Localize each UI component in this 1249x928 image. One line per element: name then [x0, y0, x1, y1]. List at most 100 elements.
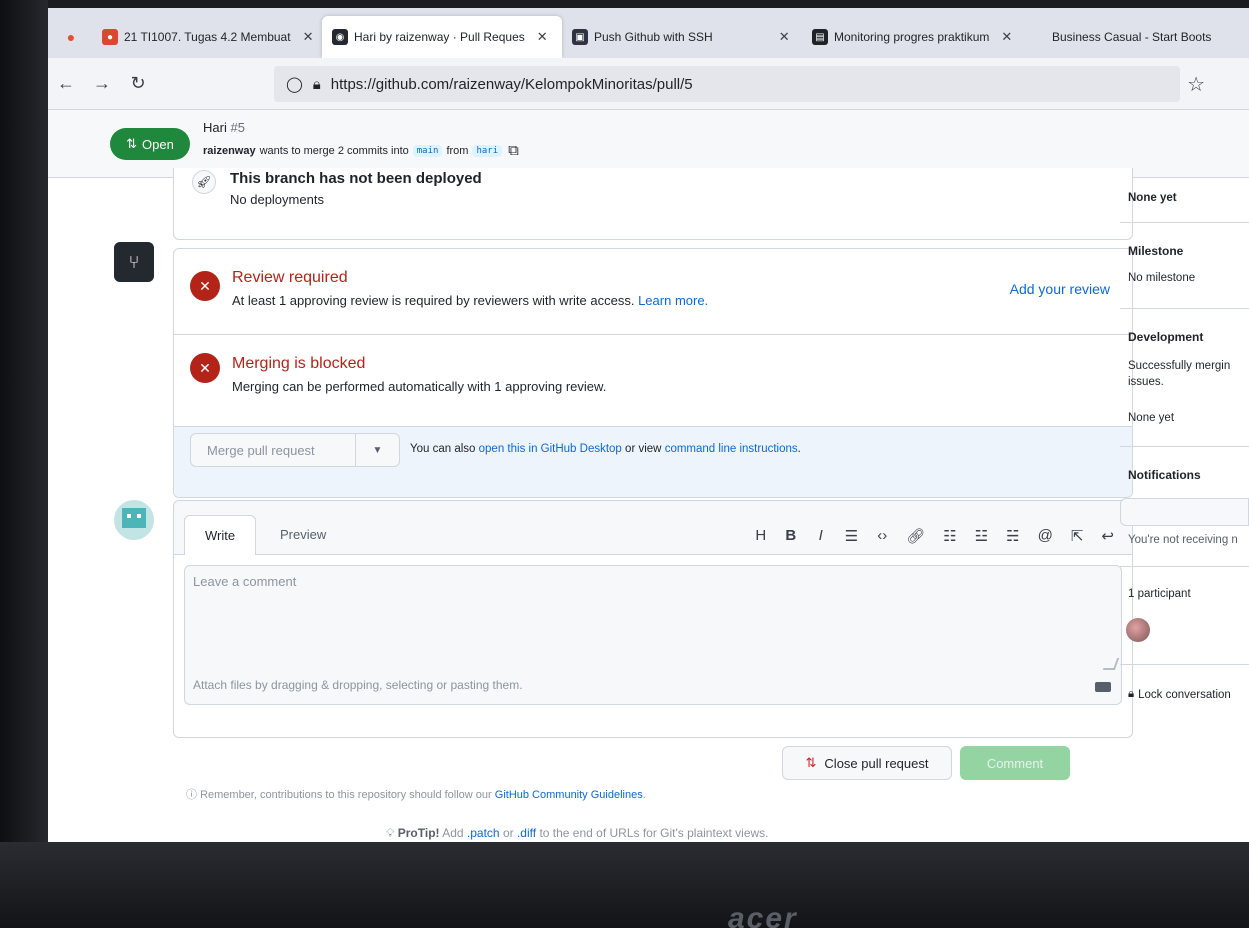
patch-link[interactable]: .patch: [467, 826, 500, 840]
pull-request-icon: ⇅: [126, 136, 138, 151]
deployment-title: This branch has not been deployed: [230, 170, 482, 187]
pr-title-text: Hari: [203, 120, 227, 135]
sidebar-divider: [1120, 446, 1249, 447]
reload-icon[interactable]: ↻: [120, 73, 156, 94]
comment-composer: Write Preview H B I ☰ ‹› 🔗︎ ☷ ☳ ☵ @ ⇱ ↩ …: [173, 500, 1133, 738]
protip: 💡︎ ProTip! Add .patch or .diff to the en…: [386, 826, 769, 841]
merge-button-label: Merge pull request: [207, 442, 315, 458]
close-pull-request-button[interactable]: ⇅ Close pull request: [782, 746, 952, 780]
markdown-toolbar: H B I ☰ ‹› 🔗︎ ☷ ☳ ☵ @ ⇱ ↩: [755, 527, 1114, 545]
tab-preview[interactable]: Preview: [260, 515, 346, 555]
lock-conversation-label: Lock conversation: [1138, 688, 1231, 701]
sidebar-divider: [1120, 308, 1249, 309]
pr-number: #5: [230, 120, 245, 135]
unordered-list-icon[interactable]: ☷: [943, 527, 956, 545]
merge-alt-suffix: .: [797, 443, 801, 455]
merge-alt-mid: or view: [625, 443, 662, 455]
info-icon: ⓘ: [186, 789, 197, 801]
brand-logo: acer: [728, 902, 798, 928]
github-icon: ◉: [332, 29, 348, 45]
link-icon[interactable]: 🔗︎: [906, 527, 925, 545]
pr-title: Hari #5: [203, 120, 245, 135]
tab-label: Hari by raizenway · Pull Reques: [354, 30, 525, 44]
url-bar[interactable]: ◯ 🔒︎ https://github.com/raizenway/Kelomp…: [274, 66, 1180, 102]
tab-push-github[interactable]: ▣ Push Github with SSH ✕: [562, 16, 802, 58]
github-desktop-link[interactable]: open this in GitHub Desktop: [479, 443, 622, 455]
deployment-box: 🚀︎ This branch has not been deployed No …: [173, 168, 1133, 240]
notifications-heading: Notifications: [1128, 468, 1201, 482]
merge-box: ✕ Review required At least 1 approving r…: [173, 248, 1133, 498]
navigation-bar: ← → ↻ ◯ 🔒︎ https://github.com/raizenway/…: [48, 58, 1249, 110]
lock-conversation-button[interactable]: 🔒︎ Lock conversation: [1128, 688, 1231, 701]
review-required-title: Review required: [232, 269, 348, 286]
avatar[interactable]: [114, 500, 154, 540]
participants-heading: 1 participant: [1128, 588, 1191, 600]
resize-handle-icon[interactable]: [1102, 658, 1120, 670]
attach-files-hint[interactable]: Attach files by dragging & dropping, sel…: [193, 678, 523, 692]
milestone-heading[interactable]: Milestone: [1128, 244, 1183, 258]
subscribe-button[interactable]: [1120, 498, 1249, 526]
close-icon[interactable]: ✕: [303, 29, 314, 45]
copy-icon[interactable]: ⧉: [508, 142, 519, 159]
pr-author-link[interactable]: raizenway: [203, 145, 256, 157]
forward-arrow-icon[interactable]: →: [84, 73, 120, 94]
close-icon[interactable]: ✕: [537, 29, 548, 45]
lock-icon[interactable]: 🔒︎: [313, 76, 321, 93]
comment-button[interactable]: Comment: [960, 746, 1070, 780]
italic-icon[interactable]: I: [815, 527, 827, 545]
from-text: from: [446, 144, 469, 157]
base-branch-label[interactable]: main: [412, 144, 443, 157]
tab-monitoring[interactable]: ▤ Monitoring progres praktikum ✕: [802, 16, 1042, 58]
cross-reference-icon[interactable]: ⇱: [1071, 527, 1084, 545]
development-heading[interactable]: Development: [1128, 330, 1203, 344]
lightbulb-icon: 💡︎: [386, 826, 395, 840]
tab-pull-request[interactable]: ◉ Hari by raizenway · Pull Reques ✕: [322, 16, 562, 58]
add-review-link[interactable]: Add your review: [1010, 281, 1110, 297]
sidebar-divider: [1120, 664, 1249, 665]
tab-business-casual[interactable]: Business Casual - Start Boots: [1042, 16, 1222, 58]
sidebar-none-yet: None yet: [1128, 192, 1177, 204]
dropdown-caret-icon[interactable]: ▼: [355, 434, 399, 466]
heading-icon[interactable]: H: [755, 527, 767, 545]
head-branch-label[interactable]: hari: [472, 144, 503, 157]
back-arrow-icon[interactable]: ←: [48, 73, 84, 94]
tab-tugas[interactable]: ● 21 TI1007. Tugas 4.2 Membuat ✕: [92, 16, 322, 58]
shield-icon[interactable]: ◯: [286, 75, 303, 93]
diff-link[interactable]: .diff: [517, 826, 536, 840]
participant-avatar[interactable]: [1126, 618, 1150, 642]
pr-merge-summary: raizenway wants to merge 2 commits into …: [203, 142, 519, 159]
comment-button-label: Comment: [986, 755, 1044, 771]
merging-blocked-desc: Merging can be performed automatically w…: [232, 379, 607, 394]
bold-icon[interactable]: B: [785, 527, 797, 545]
lock-icon: 🔒︎: [1128, 688, 1135, 700]
quote-icon[interactable]: ☰: [845, 527, 858, 545]
learn-more-link[interactable]: Learn more.: [638, 293, 708, 308]
protip-text: Add: [442, 826, 464, 840]
task-list-icon[interactable]: ☵: [1006, 527, 1019, 545]
reply-icon[interactable]: ↩: [1101, 527, 1114, 545]
comment-placeholder: Leave a comment: [193, 574, 297, 589]
review-required-text: At least 1 approving review is required …: [232, 293, 635, 308]
merge-pull-request-button[interactable]: Merge pull request ▼: [190, 433, 400, 467]
community-guidelines-link[interactable]: GitHub Community Guidelines: [495, 789, 643, 801]
close-icon[interactable]: ✕: [1001, 29, 1012, 45]
command-line-link[interactable]: command line instructions: [665, 443, 798, 455]
bookmark-star-icon[interactable]: ☆: [1187, 72, 1205, 97]
ordered-list-icon[interactable]: ☳: [975, 527, 988, 545]
contribution-reminder: ⓘ Remember, contributions to this reposi…: [186, 786, 646, 802]
remember-text: Remember, contributions to this reposito…: [200, 789, 492, 801]
firefox-view-icon[interactable]: ●: [56, 16, 86, 58]
rocket-icon: 🚀︎: [192, 170, 216, 194]
close-icon[interactable]: ✕: [779, 29, 790, 45]
mention-icon[interactable]: @: [1038, 527, 1053, 545]
review-required-section: ✕ Review required At least 1 approving r…: [174, 249, 1132, 335]
pr-state-badge: ⇅ Open: [110, 128, 190, 160]
url-text[interactable]: https://github.com/raizenway/KelompokMin…: [331, 76, 693, 93]
comment-textarea[interactable]: Leave a comment Attach files by dragging…: [184, 565, 1122, 705]
code-icon[interactable]: ‹›: [876, 527, 888, 545]
tab-write[interactable]: Write: [184, 515, 257, 555]
development-value: None yet: [1128, 412, 1175, 424]
protip-label: ProTip!: [397, 826, 440, 840]
browser-window: ● ● 21 TI1007. Tugas 4.2 Membuat ✕ ◉ Har…: [48, 8, 1249, 842]
laptop-bezel-bottom: [0, 842, 1249, 928]
